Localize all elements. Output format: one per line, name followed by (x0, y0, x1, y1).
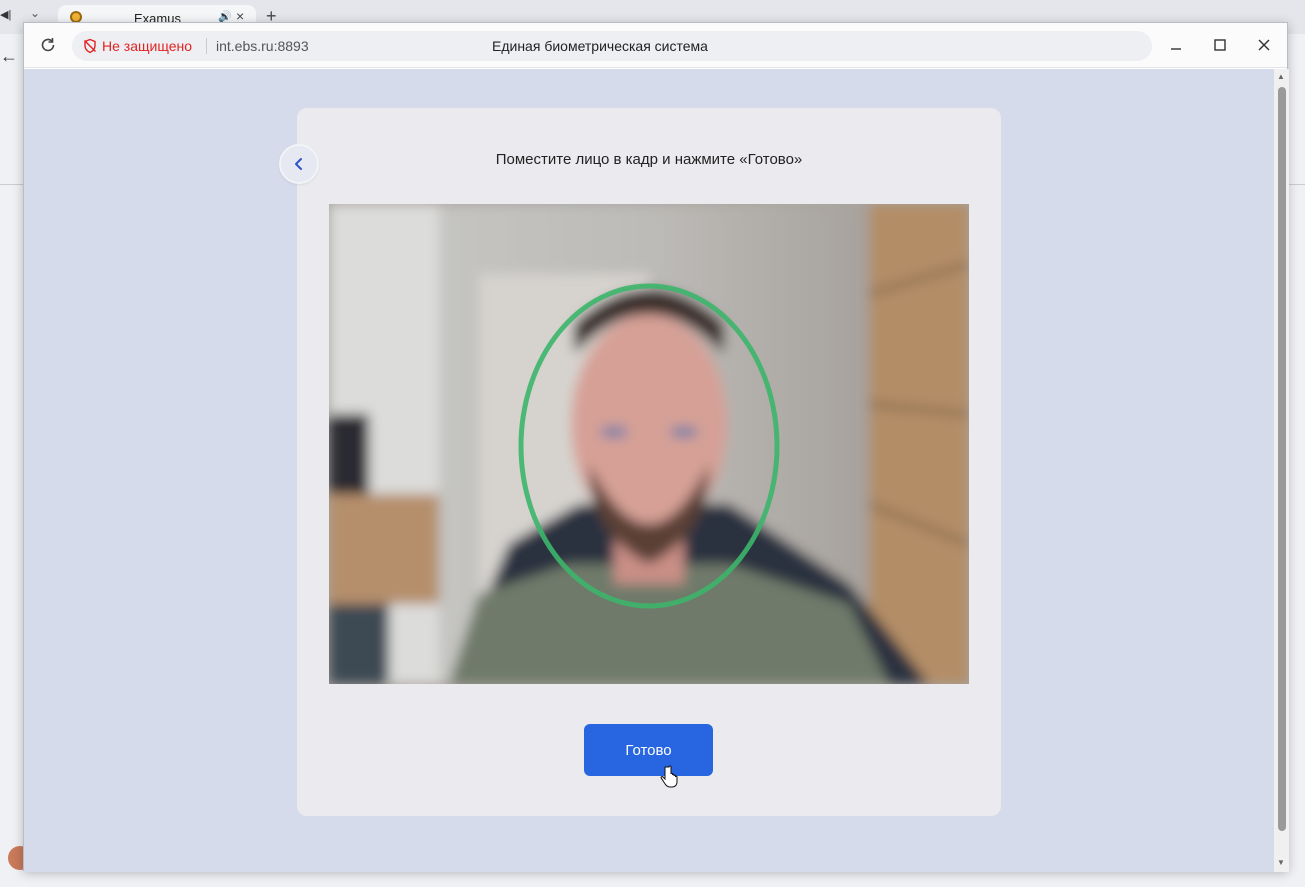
camera-preview (329, 204, 969, 684)
done-button[interactable]: Готово (584, 724, 713, 776)
reload-icon[interactable] (38, 35, 58, 55)
cursor-icon (660, 765, 678, 788)
scroll-down-icon[interactable]: ▼ (1277, 858, 1285, 867)
maximize-icon[interactable] (1210, 35, 1230, 55)
security-status[interactable]: Не защищено (102, 38, 192, 54)
minimize-icon[interactable] (1166, 35, 1186, 55)
divider (1288, 184, 1305, 185)
back-arrow-icon[interactable]: ← (0, 46, 18, 67)
window-title: Единая биометрическая система (492, 38, 708, 54)
capture-card: Поместите лицо в кадр и нажмите «Готово» (279, 108, 1001, 816)
biometric-popup-window: Не защищено int.ebs.ru:8893 Единая биоме… (23, 22, 1289, 872)
divider (206, 38, 207, 54)
instruction-text: Поместите лицо в кадр и нажмите «Готово» (495, 151, 803, 168)
shield-off-icon (84, 38, 96, 54)
camera-feed-image (329, 204, 969, 684)
window-header: Не защищено int.ebs.ru:8893 Единая биоме… (24, 23, 1287, 68)
divider (0, 184, 23, 185)
page-content: Поместите лицо в кадр и нажмите «Готово» (24, 69, 1274, 872)
chevron-down-icon[interactable]: ⌄ (30, 6, 40, 20)
url-host: int.ebs.ru:8893 (216, 38, 309, 54)
scroll-up-icon[interactable]: ▲ (1277, 72, 1285, 81)
scrollbar-thumb[interactable] (1278, 87, 1286, 831)
speaker-icon[interactable]: ◀| (0, 8, 11, 21)
address-bar[interactable]: Не защищено int.ebs.ru:8893 Единая биоме… (72, 31, 1152, 61)
close-icon[interactable] (1254, 35, 1274, 55)
scrollbar[interactable]: ▲ ▼ (1274, 69, 1289, 872)
